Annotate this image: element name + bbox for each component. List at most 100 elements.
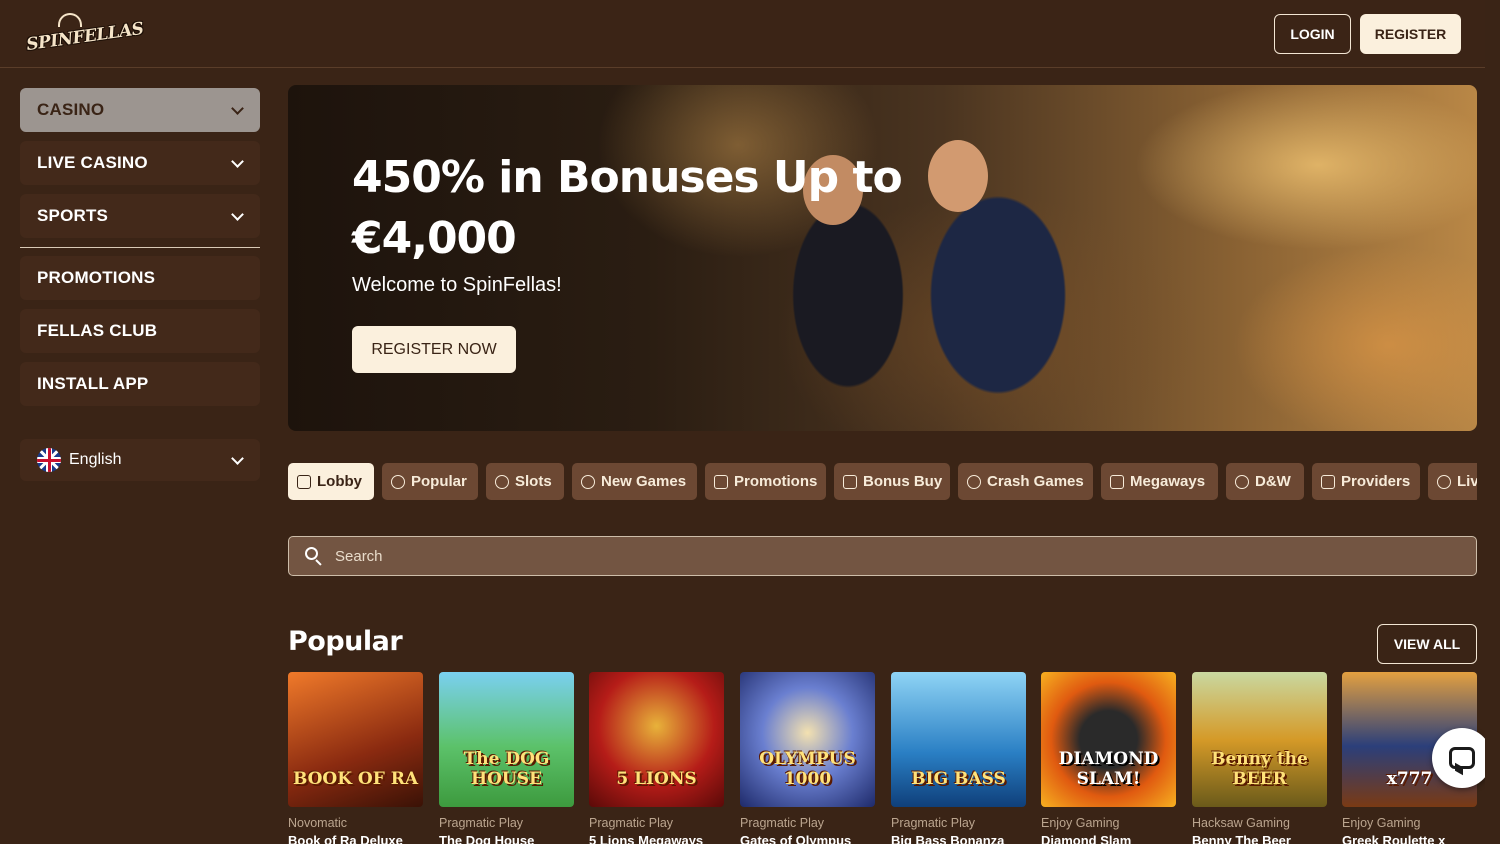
game-provider: Hacksaw Gaming bbox=[1192, 816, 1290, 830]
game-title[interactable]: Diamond Slam bbox=[1041, 833, 1176, 844]
tab-label: Megaways bbox=[1130, 473, 1206, 490]
game-title[interactable]: Greek Roulette x bbox=[1342, 833, 1477, 844]
tab-bonus-buy[interactable]: Bonus Buy bbox=[834, 463, 950, 500]
coins-icon bbox=[1235, 474, 1249, 489]
sidebar-item-label: FELLAS CLUB bbox=[37, 321, 158, 340]
sidebar-item-install-app[interactable]: INSTALL APP bbox=[20, 362, 260, 406]
tab-label: Providers bbox=[1341, 473, 1411, 490]
top-header: SPINFELLAS LOGIN REGISTER bbox=[0, 0, 1485, 68]
game-title[interactable]: Big Bass Bonanza bbox=[891, 833, 1026, 844]
game-thumbnail[interactable]: BOOK OF RA bbox=[288, 672, 423, 807]
search-placeholder: Search bbox=[335, 547, 383, 565]
game-title[interactable]: Benny The Beer bbox=[1192, 833, 1327, 844]
play-icon bbox=[1437, 474, 1451, 489]
game-card[interactable]: OLYMPUS 1000 Pragmatic Play Gates of Oly… bbox=[740, 672, 875, 844]
tab-megaways[interactable]: Megaways bbox=[1101, 463, 1218, 500]
game-title[interactable]: Book of Ra Deluxe bbox=[288, 833, 423, 844]
game-thumbnail[interactable]: The DOG HOUSE bbox=[439, 672, 574, 807]
megaways-icon bbox=[1110, 474, 1124, 489]
tab-crash-games[interactable]: Crash Games bbox=[958, 463, 1093, 500]
game-thumbnail[interactable]: Benny the BEER bbox=[1192, 672, 1327, 807]
game-provider: Pragmatic Play bbox=[740, 816, 825, 830]
tab-promotions[interactable]: Promotions bbox=[705, 463, 826, 500]
spinfellas-logo[interactable]: SPINFELLAS bbox=[24, 13, 145, 55]
sidebar: CASINO LIVE CASINO SPORTS PROMOTIONS FEL… bbox=[0, 69, 280, 844]
chevron-down-icon bbox=[231, 452, 244, 465]
tab-label: Slots bbox=[515, 473, 552, 490]
game-art-text: Benny the BEER bbox=[1211, 749, 1308, 789]
category-tabs: Lobby Popular Slots New Games Promotions… bbox=[288, 463, 1477, 500]
tab-label: New Games bbox=[601, 473, 687, 490]
game-card[interactable]: Benny the BEER Hacksaw Gaming Benny The … bbox=[1192, 672, 1327, 844]
tab-new-games[interactable]: New Games bbox=[572, 463, 697, 500]
game-thumbnail[interactable]: 5 LIONS bbox=[589, 672, 724, 807]
game-art-text: The DOG HOUSE bbox=[463, 749, 550, 789]
tab-lobby[interactable]: Lobby bbox=[288, 463, 374, 500]
game-thumbnail[interactable]: OLYMPUS 1000 bbox=[740, 672, 875, 807]
sidebar-item-label: LIVE CASINO bbox=[37, 153, 148, 172]
gift-icon bbox=[714, 474, 728, 489]
chat-icon bbox=[1449, 747, 1475, 769]
sidebar-item-casino[interactable]: CASINO bbox=[20, 88, 260, 132]
sidebar-item-label: CASINO bbox=[37, 100, 105, 119]
game-art-text: BOOK OF RA bbox=[292, 769, 419, 789]
game-card[interactable]: The DOG HOUSE Pragmatic Play The Dog Hou… bbox=[439, 672, 574, 844]
diamond-icon bbox=[843, 474, 857, 489]
tab-label: Bonus Buy bbox=[863, 473, 943, 490]
page-scrollbar[interactable] bbox=[1485, 0, 1500, 844]
view-all-button[interactable]: VIEW ALL bbox=[1377, 624, 1477, 664]
language-label: English bbox=[69, 451, 122, 468]
game-card[interactable]: 5 LIONS Pragmatic Play 5 Lions Megaways bbox=[589, 672, 724, 844]
tab-slots[interactable]: Slots bbox=[486, 463, 564, 500]
game-title[interactable]: The Dog House bbox=[439, 833, 574, 844]
game-art-text: OLYMPUS 1000 bbox=[759, 749, 856, 789]
uk-flag-icon bbox=[37, 448, 61, 472]
sidebar-item-live-casino[interactable]: LIVE CASINO bbox=[20, 141, 260, 185]
bank-icon bbox=[1321, 474, 1335, 489]
tab-live[interactable]: Liv bbox=[1428, 463, 1477, 500]
sidebar-divider bbox=[20, 247, 260, 248]
cherries-icon bbox=[495, 474, 509, 489]
tab-label: Promotions bbox=[734, 473, 818, 490]
game-provider: Enjoy Gaming bbox=[1041, 816, 1120, 830]
game-card[interactable]: DIAMOND SLAM! Enjoy Gaming Diamond Slam bbox=[1041, 672, 1176, 844]
logo-text: SPINFELLAS bbox=[25, 18, 145, 56]
hero-image-face bbox=[928, 140, 988, 212]
sidebar-item-fellas-club[interactable]: FELLAS CLUB bbox=[20, 309, 260, 353]
language-selector[interactable]: English bbox=[20, 439, 260, 481]
sidebar-item-label: PROMOTIONS bbox=[37, 268, 156, 287]
new-icon bbox=[581, 474, 595, 489]
game-title[interactable]: Gates of Olympus bbox=[740, 833, 875, 844]
lobby-icon bbox=[297, 474, 311, 489]
game-thumbnail[interactable]: BIG BASS bbox=[891, 672, 1026, 807]
rocket-icon bbox=[967, 474, 981, 489]
chevron-down-icon bbox=[231, 208, 244, 221]
search-input[interactable]: Search bbox=[288, 536, 1477, 576]
sidebar-item-label: INSTALL APP bbox=[37, 374, 149, 393]
tab-providers[interactable]: Providers bbox=[1312, 463, 1420, 500]
game-art-text: BIG BASS bbox=[911, 769, 1006, 789]
game-title[interactable]: 5 Lions Megaways bbox=[589, 833, 724, 844]
tab-dw[interactable]: D&W bbox=[1226, 463, 1304, 500]
hero-image-person bbox=[888, 125, 1108, 431]
chevron-down-icon bbox=[231, 155, 244, 168]
register-button[interactable]: REGISTER bbox=[1360, 14, 1461, 54]
login-button[interactable]: LOGIN bbox=[1274, 14, 1351, 54]
chevron-down-icon bbox=[231, 102, 244, 115]
game-provider: Enjoy Gaming bbox=[1342, 816, 1421, 830]
game-provider: Novomatic bbox=[288, 816, 348, 830]
hero-title: 450% in Bonuses Up to €4,000 bbox=[352, 152, 903, 264]
tab-popular[interactable]: Popular bbox=[382, 463, 478, 500]
sidebar-item-label: SPORTS bbox=[37, 206, 109, 225]
live-chat-button[interactable] bbox=[1432, 728, 1492, 788]
sidebar-item-promotions[interactable]: PROMOTIONS bbox=[20, 256, 260, 300]
game-card[interactable]: BOOK OF RA Novomatic Book of Ra Deluxe bbox=[288, 672, 423, 844]
sidebar-item-sports[interactable]: SPORTS bbox=[20, 194, 260, 238]
register-now-button[interactable]: REGISTER NOW bbox=[352, 326, 516, 373]
tab-label: Lobby bbox=[317, 473, 362, 490]
search-icon bbox=[305, 547, 323, 566]
game-card[interactable]: BIG BASS Pragmatic Play Big Bass Bonanza bbox=[891, 672, 1026, 844]
hero-subtitle: Welcome to SpinFellas! bbox=[352, 274, 562, 296]
hero-banner[interactable]: 450% in Bonuses Up to €4,000 Welcome to … bbox=[288, 85, 1477, 431]
game-thumbnail[interactable]: DIAMOND SLAM! bbox=[1041, 672, 1176, 807]
